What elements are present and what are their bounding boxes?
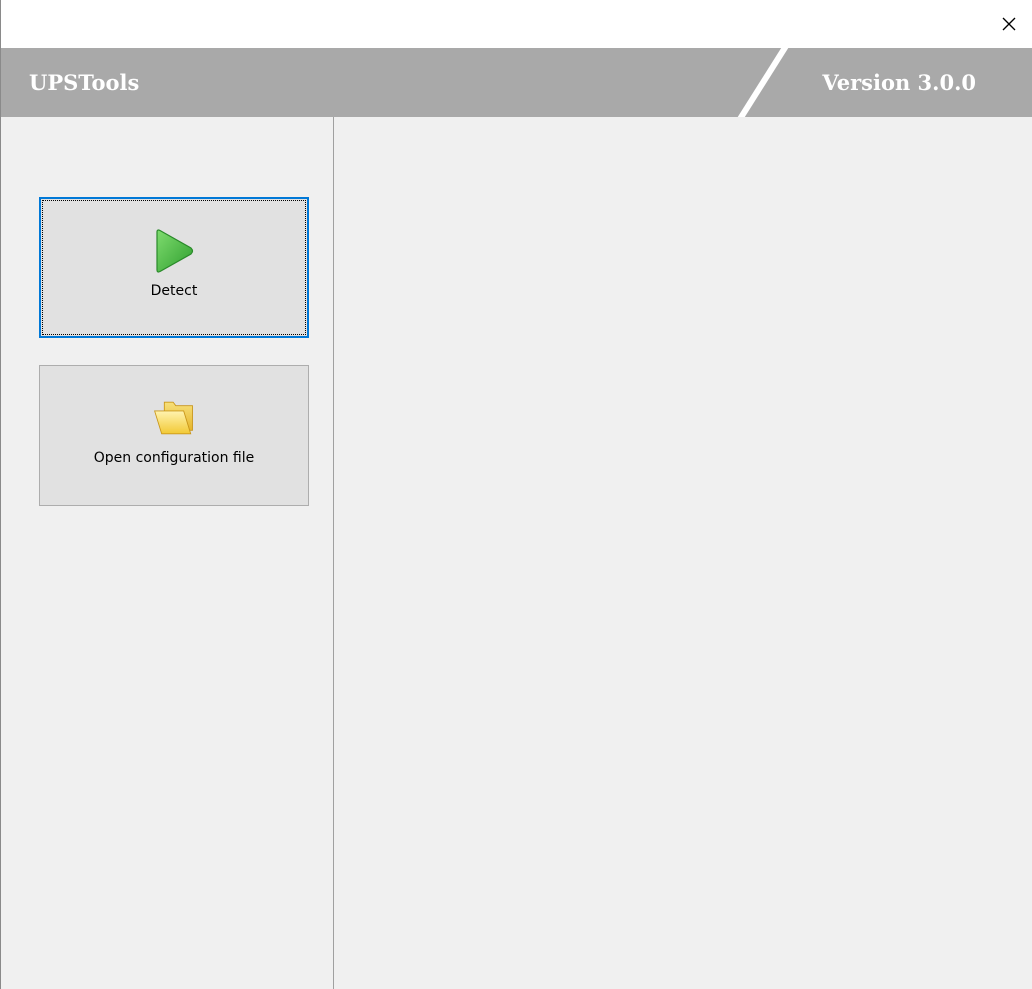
play-icon xyxy=(152,229,196,273)
folder-icon xyxy=(152,396,196,440)
open-configuration-file-label: Open configuration file xyxy=(93,450,255,466)
open-configuration-file-button[interactable]: Open configuration file xyxy=(39,365,309,506)
detect-button-label: Detect xyxy=(150,283,198,299)
detect-button[interactable]: Detect xyxy=(39,197,309,338)
close-icon xyxy=(1002,17,1016,31)
title-bar xyxy=(1,0,1032,48)
app-window: UPSTools Version 3.0.0 Detect Open confi… xyxy=(0,0,1032,989)
close-button[interactable] xyxy=(986,0,1032,48)
header-banner: UPSTools Version 3.0.0 xyxy=(1,48,1032,117)
main-content-area xyxy=(335,117,1032,989)
version-label: Version 3.0.0 xyxy=(822,70,976,95)
